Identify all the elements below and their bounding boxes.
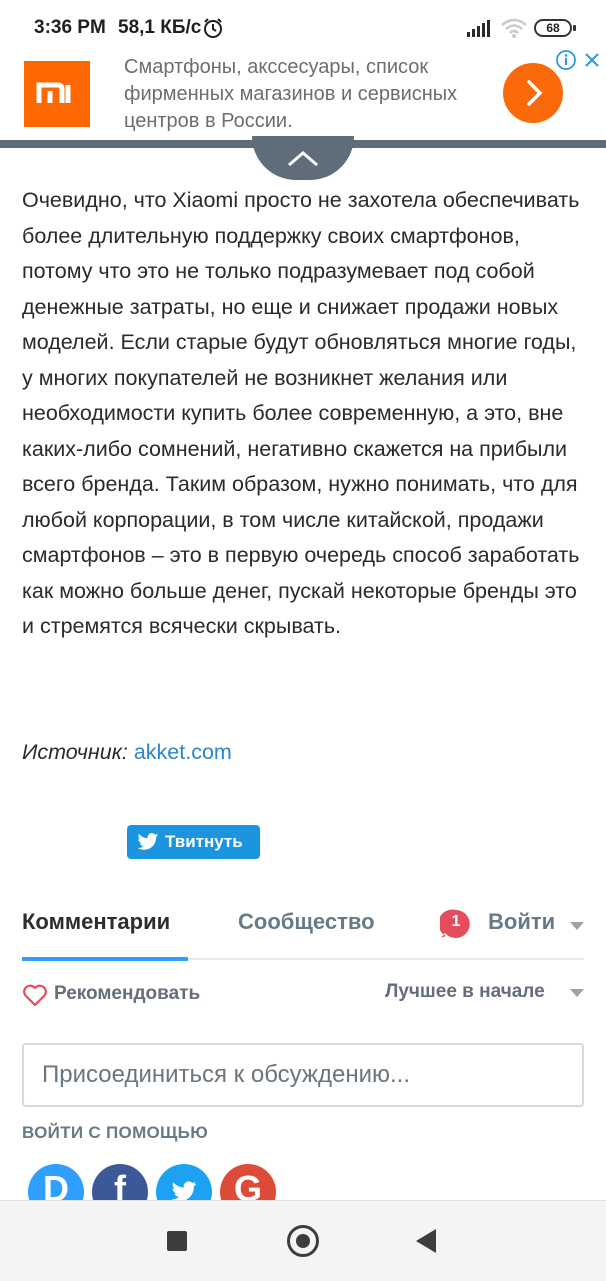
close-icon[interactable] [582, 50, 602, 70]
heart-icon[interactable] [22, 983, 48, 1007]
twitter-bird-icon [137, 833, 159, 850]
chevron-right-icon [527, 80, 543, 106]
status-time: 3:36 PM [34, 17, 106, 38]
chevron-down-icon[interactable] [570, 989, 584, 997]
signal-icon [467, 20, 490, 37]
navigation-bar [0, 1200, 606, 1281]
article-paragraph: Очевидно, что Xiaomi просто не захотела … [22, 188, 580, 638]
back-triangle-icon[interactable] [416, 1229, 436, 1253]
battery-tip [573, 25, 576, 31]
recommend-button[interactable]: Рекомендовать [54, 983, 200, 1005]
login-with-label: ВОЙТИ С ПОМОЩЬЮ [22, 1123, 209, 1142]
source-link[interactable]: akket.com [134, 740, 232, 764]
wifi-icon [501, 18, 527, 38]
login-button[interactable]: Войти [488, 909, 555, 935]
network-speed: 58,1 КБ/с [118, 17, 202, 38]
info-icon[interactable] [556, 50, 576, 70]
chevron-down-icon[interactable] [570, 922, 584, 930]
chevron-up-icon [288, 151, 318, 167]
sort-dropdown[interactable]: Лучшее в начале [385, 981, 545, 1003]
article-source: Источник: akket.com [22, 740, 232, 765]
notification-count: 1 [451, 913, 461, 930]
scroll-up-button[interactable] [252, 136, 354, 180]
tweet-label: Твитнуть [165, 832, 243, 851]
ad-open-button[interactable] [503, 63, 563, 123]
home-circle-icon[interactable] [287, 1225, 319, 1257]
tweet-button[interactable]: Твитнуть [127, 825, 260, 859]
active-tab-indicator [22, 957, 188, 961]
tab-comments[interactable]: Комментарии [22, 909, 170, 935]
recents-square-icon[interactable] [167, 1231, 187, 1251]
mi-logo [24, 61, 90, 127]
source-label: Источник: [22, 740, 128, 764]
home-dot [296, 1234, 310, 1248]
alarm-icon [204, 18, 222, 38]
ad-text[interactable]: Смартфоны, акссесуары, список фирменных … [124, 54, 474, 135]
battery-indicator: 68 [534, 19, 572, 37]
tab-community[interactable]: Сообщество [238, 909, 375, 935]
status-bar: 3:36 PM 58,1 КБ/с 68 [0, 0, 606, 48]
join-discussion-input[interactable]: Присоединиться к обсуждению... [22, 1043, 584, 1107]
ad-banner[interactable]: Смартфоны, акссесуары, список фирменных … [0, 48, 606, 142]
